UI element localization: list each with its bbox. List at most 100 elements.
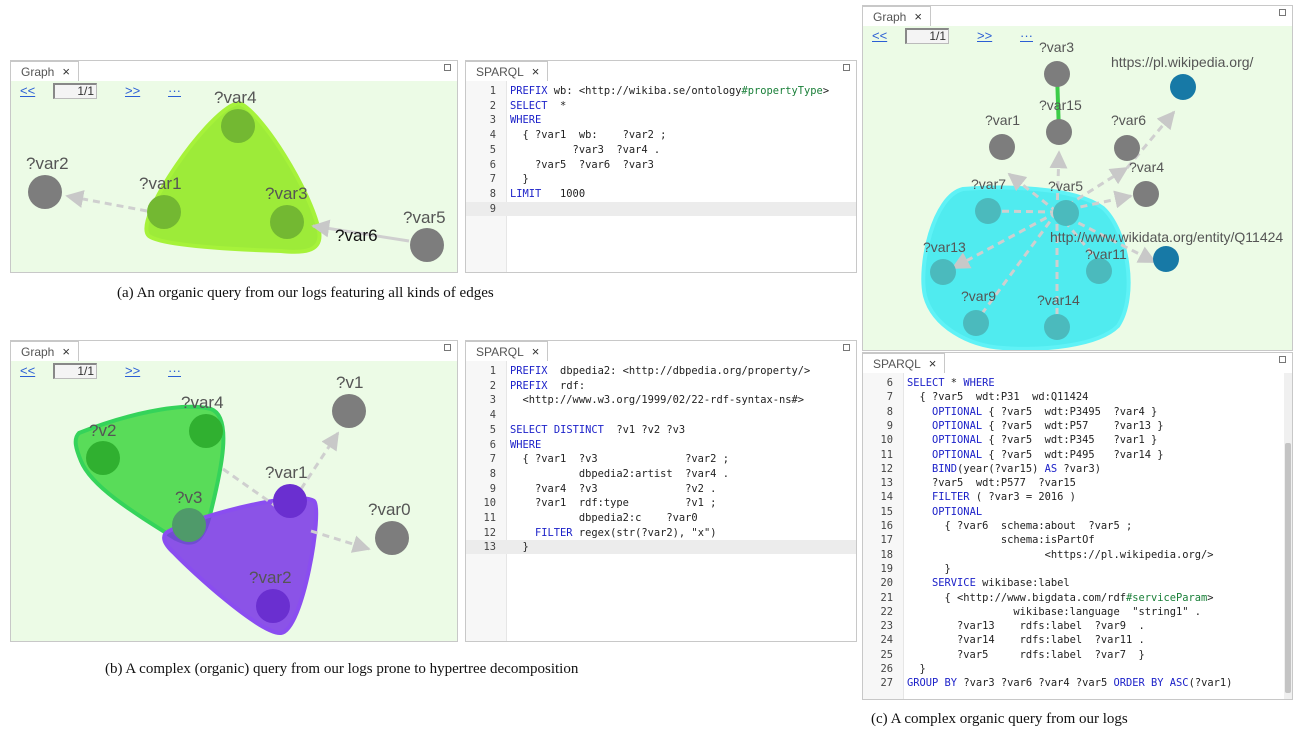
node-pl[interactable] [1170,74,1196,100]
code-line[interactable]: PREFIX rdf: [510,380,585,392]
tab-sparql[interactable]: SPARQL × [863,353,946,373]
code-line[interactable]: { ?var1 wb: ?var2 ; [510,129,667,141]
code-line[interactable]: OPTIONAL { ?var5 wdt:P495 ?var14 } [907,449,1163,461]
code-line[interactable]: } [907,663,926,675]
code-line[interactable]: OPTIONAL { ?var5 wdt:P3495 ?var4 } [907,406,1157,418]
node-label-var15: ?var15 [1039,97,1082,113]
code-editor[interactable]: 1 PREFIX dbpedia2: <http://dbpedia.org/pr… [466,361,856,641]
code-line[interactable]: { <http://www.bigdata.com/rdf#servicePar… [907,592,1214,604]
node-var6[interactable] [1114,135,1140,161]
node-var2[interactable] [28,175,62,209]
code-line[interactable]: ?var1 rdf:type ?v1 ; [510,497,716,509]
code-line[interactable]: dbpedia2:artist ?var4 . [510,468,729,480]
code-editor[interactable]: 6 SELECT * WHERE 7 { ?var5 wdt:P31 wd:Q114… [863,373,1292,699]
code-editor[interactable]: 1 PREFIX wb: <http://wikiba.se/ontology#p… [466,81,856,272]
node-var13[interactable] [930,259,956,285]
node-v3[interactable] [172,508,206,542]
graph-svg: ?var4 ?var2 ?var1 ?var3 ?var5 ?var6 [26,88,446,262]
code-line[interactable]: PREFIX dbpedia2: <http://dbpedia.org/pro… [510,365,810,377]
tab-sparql[interactable]: SPARQL × [466,341,549,361]
node-label-var14: ?var14 [1037,292,1080,308]
code-line[interactable]: OPTIONAL [907,506,982,518]
node-var9[interactable] [963,310,989,336]
node-var0[interactable] [375,521,409,555]
close-icon[interactable]: × [532,64,540,79]
code-line[interactable]: SELECT * [510,100,566,112]
tab-sparql[interactable]: SPARQL × [466,61,549,81]
close-icon[interactable]: × [914,9,922,24]
close-icon[interactable]: × [929,356,937,371]
code-line[interactable]: ?var5 ?var6 ?var3 [510,159,654,171]
maximize-icon[interactable] [843,64,850,71]
code-line[interactable]: WHERE [510,114,541,126]
node-var15[interactable] [1046,119,1072,145]
tab-graph[interactable]: Graph × [863,6,931,26]
node-wd[interactable] [1153,246,1179,272]
graph-canvas[interactable]: << 1/1 >> ··· ?v1 ?v2 ?var4 ?var1 ?v3 ?v… [11,361,457,641]
code-line[interactable]: dbpedia2:c ?var0 [510,512,698,524]
code-line[interactable]: ?var5 wdt:P577 ?var15 [907,477,1076,489]
scrollbar[interactable] [1284,373,1292,699]
code-line[interactable]: { ?var1 ?v3 ?var2 ; [510,453,729,465]
node-var5[interactable] [410,228,444,262]
maximize-icon[interactable] [1279,356,1286,363]
node-v1[interactable] [332,394,366,428]
node-var4[interactable] [189,414,223,448]
code-line[interactable]: ?var4 ?v3 ?v2 . [510,483,716,495]
tab-graph[interactable]: Graph × [11,61,79,81]
code-line[interactable]: <http://www.w3.org/1999/02/22-rdf-syntax… [510,394,805,406]
node-var14[interactable] [1044,314,1070,340]
code-line[interactable]: } [510,173,529,185]
code-line[interactable]: <https://pl.wikipedia.org/> [907,549,1214,561]
close-icon[interactable]: × [62,64,70,79]
node-var4[interactable] [1133,181,1159,207]
caption-c: (c) A complex organic query from our log… [871,711,1128,727]
code-line[interactable]: LIMIT 1000 [510,188,585,200]
tab-graph[interactable]: Graph × [11,341,79,361]
maximize-icon[interactable] [843,344,850,351]
node-var1[interactable] [273,484,307,518]
line-number: 1 [489,85,496,97]
node-var1[interactable] [147,195,181,229]
code-line[interactable]: FILTER ( ?var3 = 2016 ) [907,491,1076,503]
node-v2[interactable] [86,441,120,475]
code-line[interactable]: WHERE [510,439,541,451]
node-var4[interactable] [221,109,255,143]
code-line[interactable]: SELECT DISTINCT ?v1 ?v2 ?v3 [510,424,685,436]
graph-canvas[interactable]: << 1/1 >> ··· ?var3 https://pl.wikipedia… [863,26,1292,350]
node-var5[interactable] [1053,200,1079,226]
code-line[interactable]: } [907,563,951,575]
graph-canvas[interactable]: << 1/1 >> ··· ?var4 ?var2 ?var1 ?var3 ?v… [11,81,457,272]
node-var1[interactable] [989,134,1015,160]
node-var7[interactable] [975,198,1001,224]
maximize-icon[interactable] [444,344,451,351]
code-line[interactable]: { ?var6 schema:about ?var5 ; [907,520,1133,532]
close-icon[interactable]: × [62,344,70,359]
code-line[interactable]: OPTIONAL { ?var5 wdt:P345 ?var1 } [907,434,1157,446]
tab-bar: SPARQL × [863,353,1292,373]
code-line[interactable]: { ?var5 wdt:P31 wd:Q11424 [907,391,1089,403]
code-line[interactable]: SELECT * WHERE [907,377,995,389]
line-number: 8 [489,187,496,200]
close-icon[interactable]: × [532,344,540,359]
scrollbar-thumb[interactable] [1285,443,1291,693]
node-var3[interactable] [1044,61,1070,87]
line-number: 12 [483,526,496,539]
code-line[interactable]: } [510,541,529,553]
maximize-icon[interactable] [1279,9,1286,16]
code-line[interactable]: SERVICE wikibase:label [907,577,1070,589]
code-line[interactable]: schema:isPartOf [907,534,1095,546]
code-line[interactable]: ?var3 ?var4 . [510,144,661,156]
code-line[interactable]: ?var14 rdfs:label ?var11 . [907,634,1145,646]
maximize-icon[interactable] [444,64,451,71]
code-line[interactable]: wikibase:language "string1" . [907,606,1201,618]
code-line[interactable]: ?var5 rdfs:label ?var7 } [907,649,1145,661]
code-line[interactable]: BIND(year(?var15) AS ?var3) [907,463,1101,475]
code-line[interactable]: GROUP BY ?var3 ?var6 ?var4 ?var5 ORDER B… [907,677,1232,689]
code-line[interactable]: ?var13 rdfs:label ?var9 . [907,620,1145,632]
code-line[interactable]: FILTER regex(str(?var2), "x") [510,527,716,539]
code-line[interactable]: PREFIX wb: <http://wikiba.se/ontology#pr… [510,85,829,97]
code-line[interactable]: OPTIONAL { ?var5 wdt:P57 ?var13 } [907,420,1163,432]
node-var3[interactable] [270,205,304,239]
node-var2[interactable] [256,589,290,623]
